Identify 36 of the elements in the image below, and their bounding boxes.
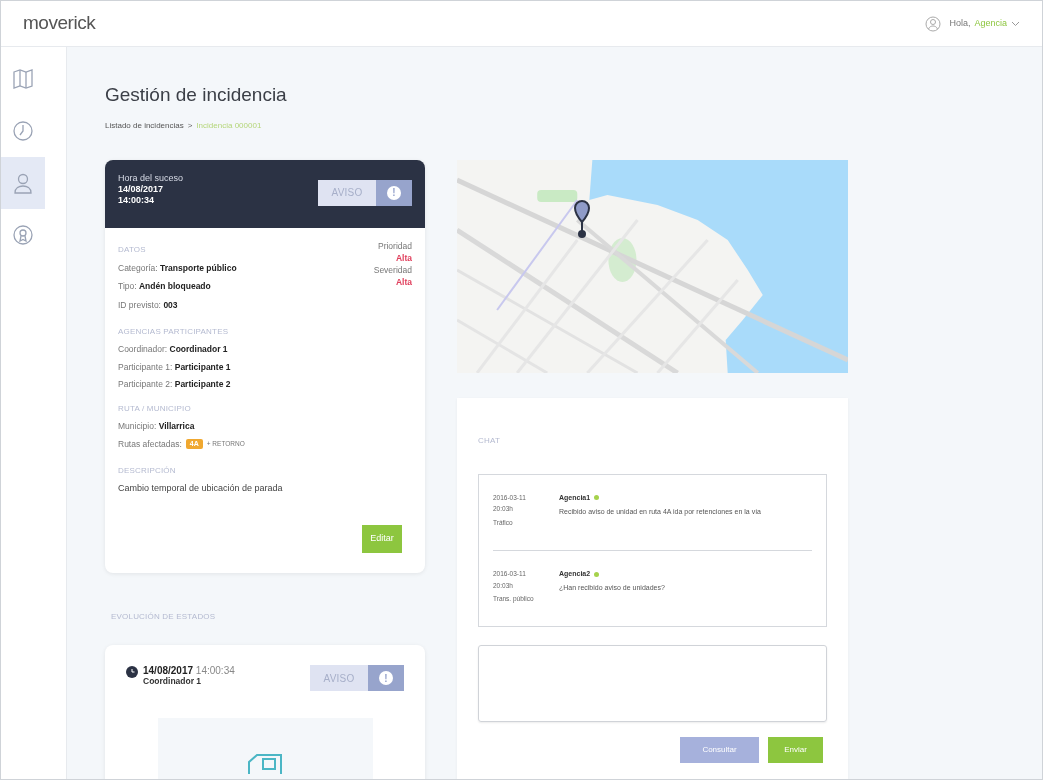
level-label: Prioridad: [377, 239, 412, 252]
status-datetime: 14/08/2017 14:00:34: [143, 665, 235, 676]
field-text: ID previsto: 003: [118, 299, 179, 312]
description-text: Cambio temporal de ubicación de parada: [118, 481, 284, 495]
event-date: 14/08/2017: [118, 183, 165, 195]
breadcrumb-separator: >: [187, 119, 193, 132]
alert-icon: !: [387, 185, 401, 200]
field-text: Participante 1: Participante 1: [118, 360, 232, 374]
field-text: Municipio: Villarrica: [118, 420, 196, 433]
breadcrumb-link[interactable]: Incidencia 000001: [196, 119, 262, 132]
status-label: AVISO: [330, 186, 364, 200]
status-author: Coordinador 1: [143, 676, 203, 687]
logo: moverick: [23, 11, 96, 36]
section-heading: DESCRIPCIÓN: [118, 464, 177, 477]
field-text: Participante 2: Participante 2: [118, 378, 232, 391]
section-heading: DATOS: [118, 243, 147, 256]
level-value: Alta: [395, 251, 412, 264]
section-heading: AGENCIAS PARTICIPANTES: [118, 325, 230, 338]
field-text: Coordinador: Coordinador 1: [118, 342, 229, 356]
page-title: Gestión de incidencia: [105, 83, 288, 107]
edit-button[interactable]: Editar: [362, 525, 402, 553]
send-button[interactable]: Enviar: [768, 737, 823, 763]
event-time-label: Hora del suceso: [118, 172, 184, 184]
level-label: Severidad: [373, 263, 412, 276]
breadcrumb-link[interactable]: Listado de incidencias: [105, 119, 184, 132]
consult-button[interactable]: Consultar: [680, 737, 759, 763]
field-label: Rutas afectadas:: [118, 437, 182, 451]
section-heading: CHAT: [478, 435, 500, 445]
level-value: Alta: [395, 275, 412, 288]
field-text: Categoría: Transporte público: [118, 261, 237, 275]
alert-icon: !: [379, 671, 393, 685]
user-menu[interactable]: Hola, Agencia: [949, 16, 1020, 31]
field-text: Tipo: Andén bloqueado: [118, 280, 212, 293]
status-label: AVISO: [322, 671, 356, 686]
event-time: 14:00:34: [118, 194, 156, 206]
section-heading: RUTA / MUNICIPIO: [118, 403, 192, 415]
